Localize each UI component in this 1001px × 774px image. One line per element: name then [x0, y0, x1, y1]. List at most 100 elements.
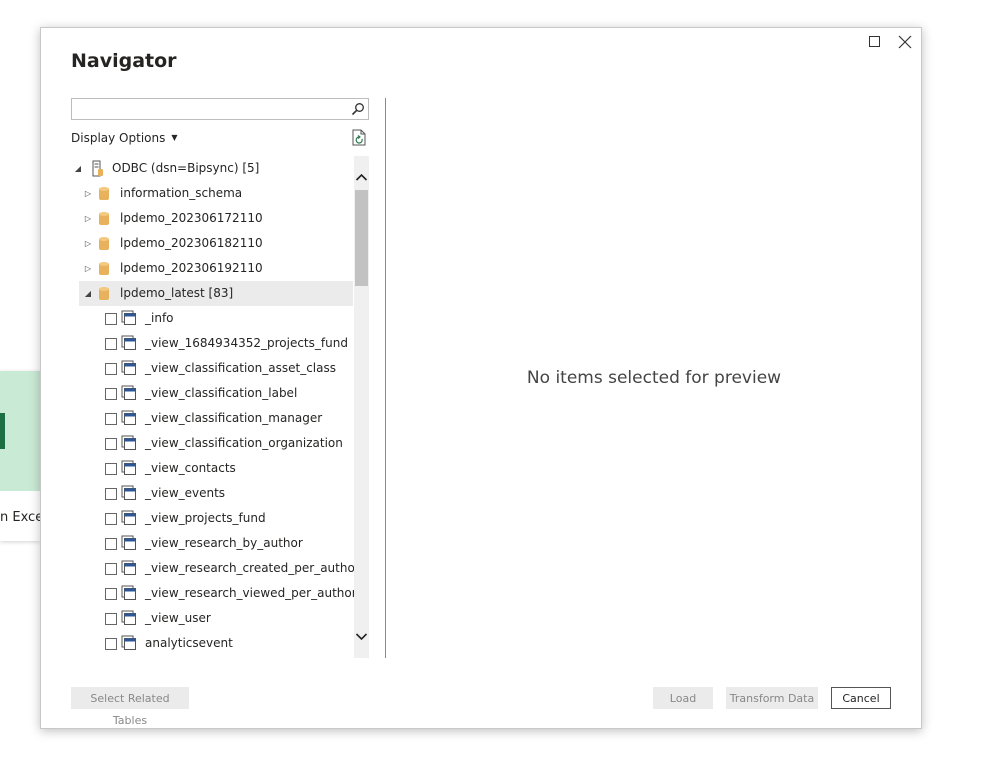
- table-icon: [121, 610, 136, 625]
- chevron-down-icon: ▼: [171, 133, 178, 142]
- table-icon: [121, 510, 136, 525]
- table-icon: [121, 435, 136, 450]
- database-icon: [99, 187, 109, 200]
- expand-arrow-icon[interactable]: ▷: [83, 231, 93, 256]
- table-icon: [121, 360, 136, 375]
- scrollbar-thumb[interactable]: [355, 190, 368, 286]
- tree-item-label: _view_research_by_author: [145, 536, 303, 550]
- tree-item-table[interactable]: _info: [79, 306, 353, 331]
- table-checkbox[interactable]: [105, 538, 117, 550]
- tree-item-label: _view_classification_organization: [145, 436, 343, 450]
- tree-item-database[interactable]: ▷ lpdemo_202306192110: [79, 256, 353, 281]
- tree-item-table[interactable]: _view_user: [79, 606, 353, 631]
- select-related-tables-button[interactable]: Select Related Tables: [71, 687, 189, 727]
- tree-item-label: _view_classification_label: [145, 386, 298, 400]
- tree-item-odbc-root[interactable]: ◢ ODBC (dsn=Bipsync) [5]: [75, 156, 353, 181]
- table-checkbox[interactable]: [105, 363, 117, 375]
- table-checkbox[interactable]: [105, 313, 117, 325]
- table-icon: [121, 460, 136, 475]
- maximize-button[interactable]: [867, 34, 883, 50]
- search-icon[interactable]: [351, 102, 365, 116]
- tree-item-table[interactable]: _view_research_by_author: [79, 531, 353, 556]
- tree-item-table[interactable]: _view_classification_asset_class: [79, 356, 353, 381]
- close-button[interactable]: [897, 34, 913, 50]
- table-icon: [121, 410, 136, 425]
- table-icon: [121, 385, 136, 400]
- expand-arrow-icon[interactable]: ▷: [83, 256, 93, 281]
- search-input[interactable]: [75, 100, 349, 119]
- dialog-title: Navigator: [71, 50, 177, 72]
- database-icon: [99, 287, 109, 300]
- display-options-label: Display Options: [71, 131, 166, 145]
- table-icon: [121, 535, 136, 550]
- tree-item-database[interactable]: ▷ lpdemo_202306172110: [79, 206, 353, 231]
- collapse-arrow-icon[interactable]: ◢: [73, 156, 83, 181]
- scroll-up-icon[interactable]: [355, 170, 368, 184]
- tree-item-table[interactable]: _view_research_viewed_per_author: [79, 581, 357, 606]
- table-icon: [121, 310, 136, 325]
- table-checkbox[interactable]: [105, 513, 117, 525]
- tree-item-table[interactable]: _view_classification_manager: [79, 406, 353, 431]
- tree-item-label: _info: [145, 311, 174, 325]
- tree-item-label: _view_classification_manager: [145, 411, 323, 425]
- navigator-tree[interactable]: ◢ ODBC (dsn=Bipsync) [5] ▷ information_s…: [71, 156, 369, 658]
- tree-item-table[interactable]: _view_projects_fund: [79, 506, 353, 531]
- tree-item-database[interactable]: ▷ lpdemo_202306182110: [79, 231, 353, 256]
- tree-item-label: _view_research_created_per_author: [145, 561, 360, 575]
- excel-logo-icon: [0, 413, 5, 449]
- table-checkbox[interactable]: [105, 413, 117, 425]
- tree-item-label: analyticsevent: [145, 636, 233, 650]
- tree-item-label: _view_1684934352_projects_fund: [145, 336, 348, 350]
- navigator-dialog: Navigator Display Options ▼ ◢ ODBC (dsn=B…: [40, 27, 922, 729]
- server-icon: [92, 160, 103, 177]
- table-checkbox[interactable]: [105, 588, 117, 600]
- tree-item-label: _view_events: [145, 486, 226, 500]
- table-icon: [121, 335, 136, 350]
- table-checkbox[interactable]: [105, 388, 117, 400]
- tree-item-table[interactable]: _view_contacts: [79, 456, 353, 481]
- tree-item-table[interactable]: _view_classification_organization: [79, 431, 353, 456]
- expand-arrow-icon[interactable]: ▷: [83, 181, 93, 206]
- tree-item-table[interactable]: _view_research_created_per_author: [79, 556, 360, 581]
- cancel-button[interactable]: Cancel: [831, 687, 891, 709]
- tree-item-label: _view_projects_fund: [145, 511, 266, 525]
- table-icon: [121, 635, 136, 650]
- refresh-icon[interactable]: [352, 129, 368, 147]
- table-icon: [121, 560, 136, 575]
- load-button[interactable]: Load: [653, 687, 713, 709]
- table-checkbox[interactable]: [105, 638, 117, 650]
- table-checkbox[interactable]: [105, 338, 117, 350]
- tree-item-table[interactable]: _view_events: [79, 481, 353, 506]
- close-icon: [898, 35, 912, 49]
- background-excel-card[interactable]: n Excel: [0, 371, 40, 541]
- background-card-banner: [0, 371, 40, 491]
- collapse-arrow-icon[interactable]: ◢: [83, 281, 93, 306]
- scroll-down-icon[interactable]: [355, 630, 368, 644]
- tree-item-label: lpdemo_latest [83]: [120, 286, 234, 300]
- table-checkbox[interactable]: [105, 488, 117, 500]
- tree-item-database-selected[interactable]: ◢ lpdemo_latest [83]: [79, 281, 353, 306]
- tree-item-label: _view_contacts: [145, 461, 236, 475]
- tree-item-table[interactable]: _view_classification_label: [79, 381, 353, 406]
- table-checkbox[interactable]: [105, 613, 117, 625]
- tree-item-label: lpdemo_202306182110: [120, 236, 263, 250]
- table-checkbox[interactable]: [105, 563, 117, 575]
- table-checkbox[interactable]: [105, 438, 117, 450]
- database-icon: [99, 212, 109, 225]
- database-icon: [99, 237, 109, 250]
- search-box[interactable]: [71, 98, 369, 120]
- tree-scrollbar[interactable]: [354, 156, 369, 658]
- table-icon: [121, 485, 136, 500]
- table-checkbox[interactable]: [105, 463, 117, 475]
- tree-item-label: _view_classification_asset_class: [145, 361, 336, 375]
- transform-data-button[interactable]: Transform Data: [726, 687, 818, 709]
- tree-item-label: lpdemo_202306172110: [120, 211, 263, 225]
- tree-item-table[interactable]: analyticsevent: [79, 631, 353, 656]
- pane-divider[interactable]: [385, 98, 386, 658]
- preview-empty-message: No items selected for preview: [526, 368, 782, 388]
- tree-item-label: ODBC (dsn=Bipsync) [5]: [112, 161, 260, 175]
- expand-arrow-icon[interactable]: ▷: [83, 206, 93, 231]
- tree-item-database[interactable]: ▷ information_schema: [79, 181, 353, 206]
- display-options-dropdown[interactable]: Display Options ▼: [71, 131, 178, 145]
- tree-item-table[interactable]: _view_1684934352_projects_fund: [79, 331, 353, 356]
